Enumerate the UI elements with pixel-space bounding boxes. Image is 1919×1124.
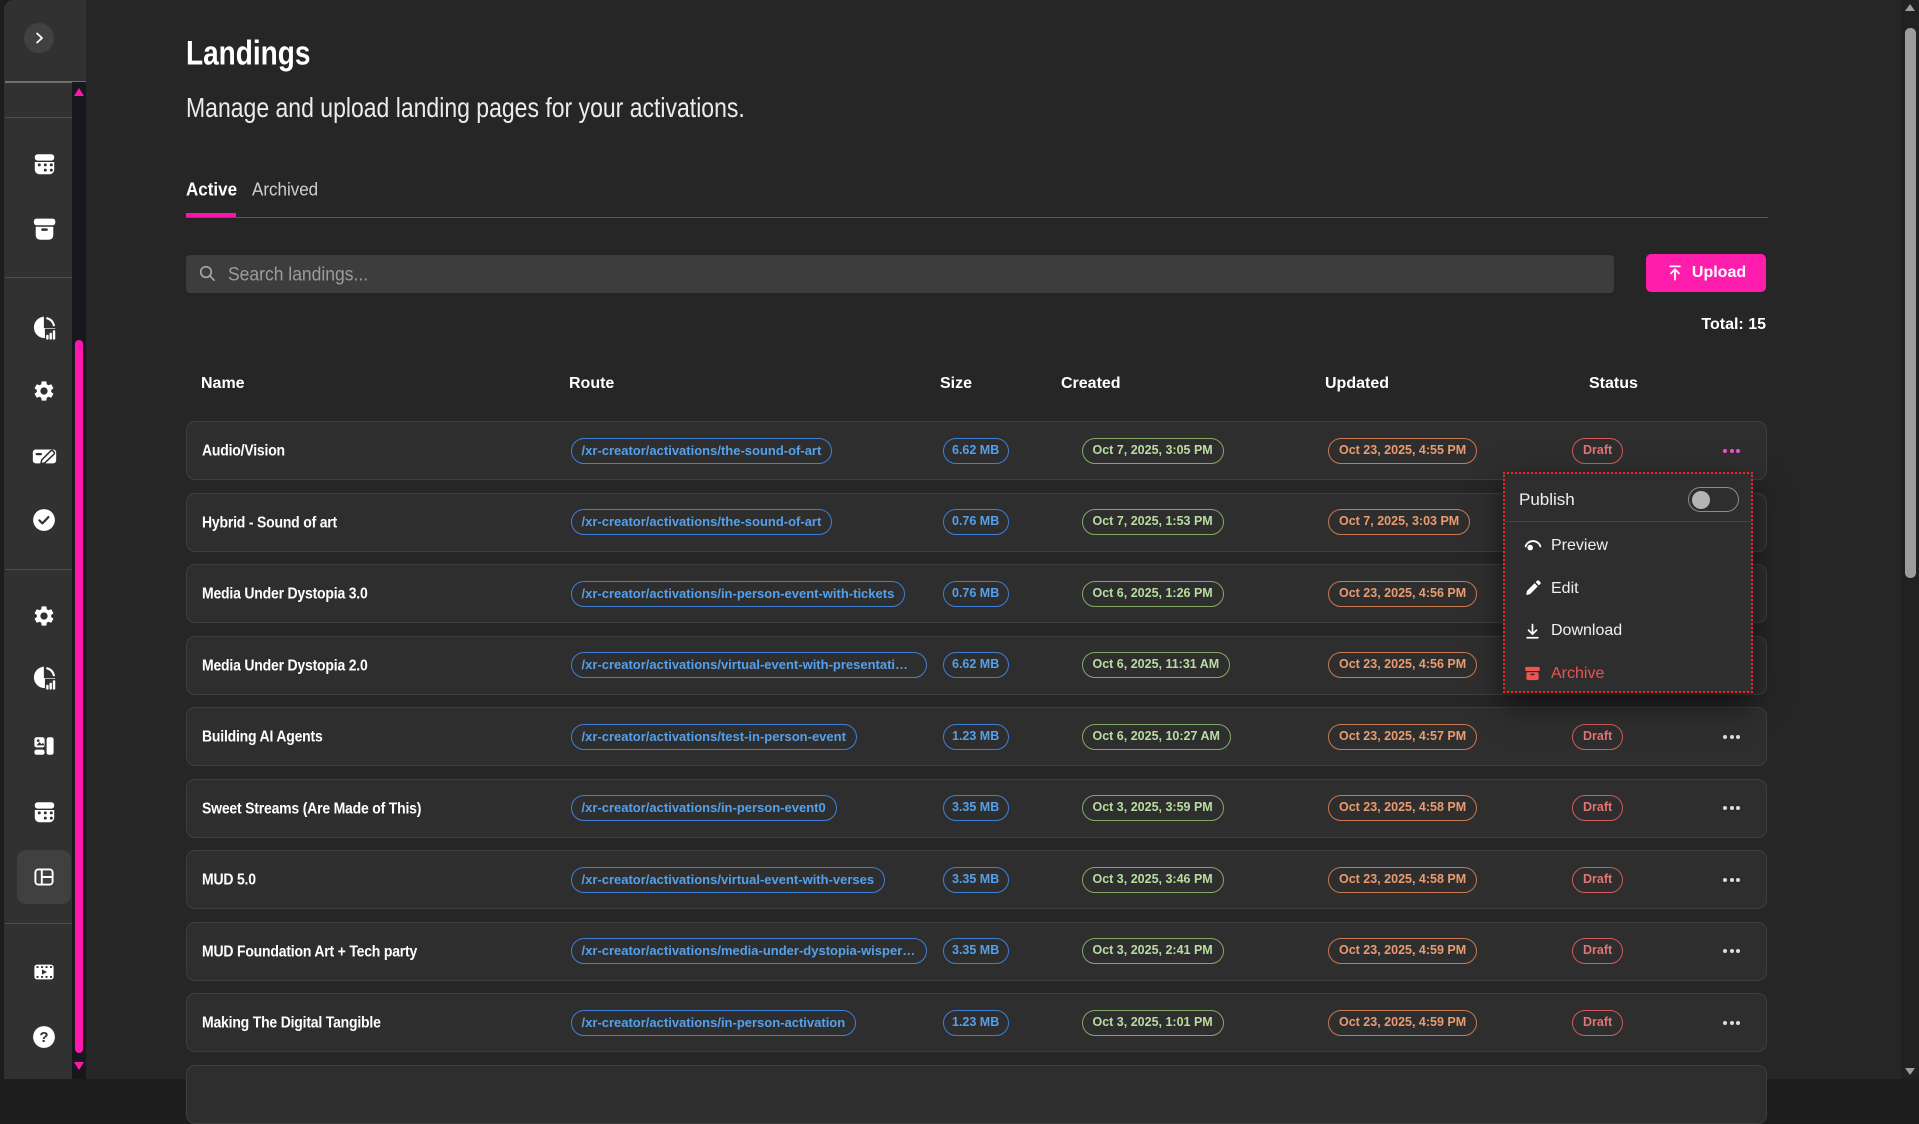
svg-text:?: ? [39, 1029, 48, 1046]
